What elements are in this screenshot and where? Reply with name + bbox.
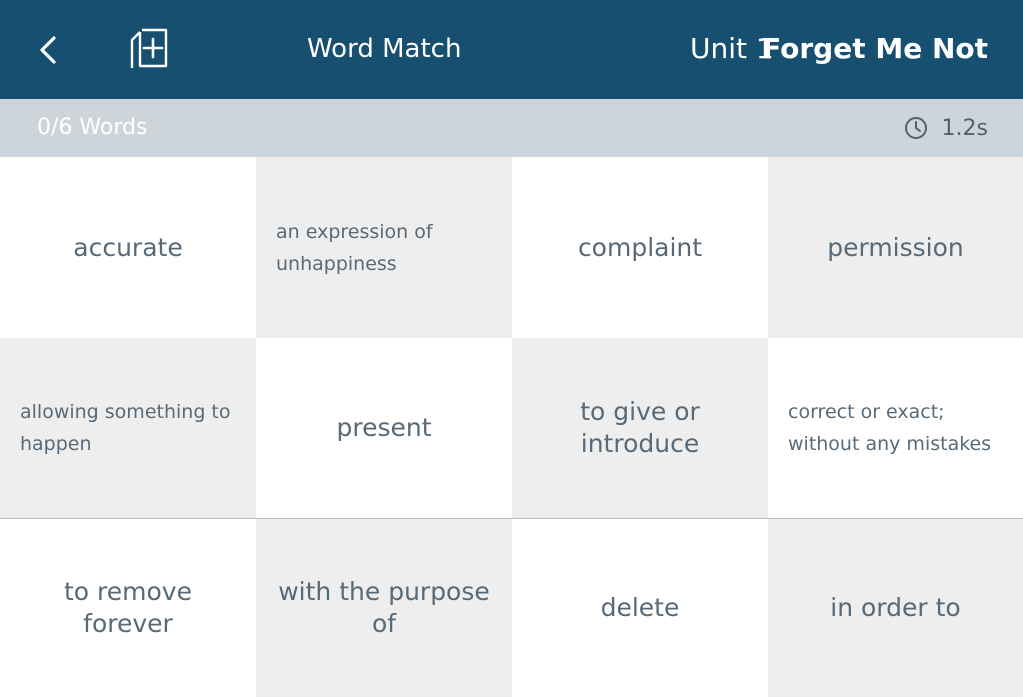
app-header: Word Match Unit 1 Forget Me Not — [0, 0, 1023, 99]
match-tile[interactable]: permission — [768, 157, 1023, 338]
page-title: Word Match — [307, 34, 462, 64]
match-tile[interactable]: to give or introduce — [512, 338, 768, 519]
match-tile[interactable]: an expression of unhappiness — [256, 157, 512, 338]
add-card-button[interactable] — [128, 26, 172, 72]
match-tile[interactable]: complaint — [512, 157, 768, 338]
add-card-icon — [130, 28, 168, 68]
match-tile[interactable]: present — [256, 338, 512, 519]
match-tile[interactable]: to remove forever — [0, 519, 256, 697]
match-tile[interactable]: with the purpose of — [256, 519, 512, 697]
match-tile[interactable]: allowing something to happen — [0, 338, 256, 519]
match-tile[interactable]: in order to — [768, 519, 1023, 697]
back-button[interactable] — [34, 30, 64, 70]
timer: 1.2s — [904, 114, 988, 142]
deck-name: Forget Me Not — [762, 32, 988, 65]
clock-icon — [904, 117, 927, 139]
match-tile[interactable]: delete — [512, 519, 768, 697]
word-match-grid: accurate an expression of unhappiness co… — [0, 157, 1023, 697]
match-tile[interactable]: correct or exact; without any mistakes — [768, 338, 1023, 519]
status-bar: 0/6 Words 1.2s — [0, 99, 1023, 157]
chevron-left-icon — [40, 36, 56, 64]
match-tile[interactable]: accurate — [0, 157, 256, 338]
words-progress: 0/6 Words — [37, 115, 148, 140]
timer-value: 1.2s — [941, 115, 988, 141]
